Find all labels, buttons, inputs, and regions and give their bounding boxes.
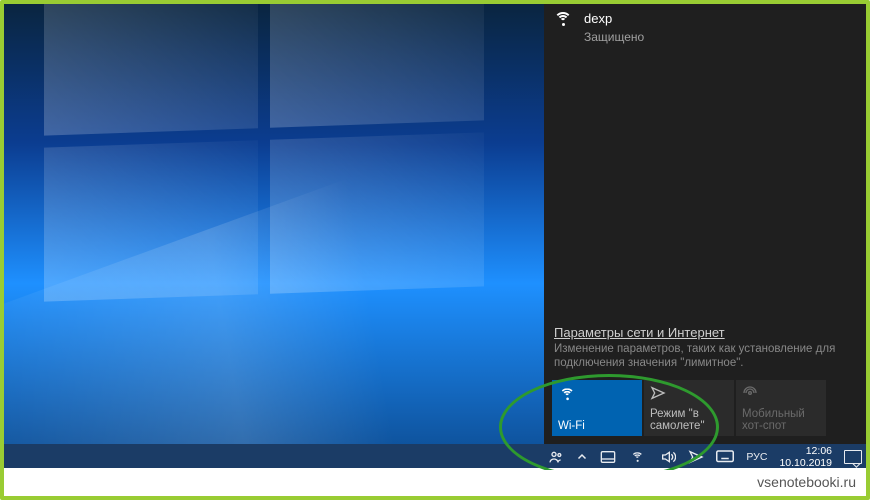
people-icon[interactable]	[548, 449, 564, 465]
airplane-mode-tile[interactable]: Режим "в самолете"	[644, 380, 734, 436]
network-list-item[interactable]: dexp Защищено	[544, 4, 866, 48]
touchpad-icon[interactable]	[600, 450, 616, 464]
chevron-up-icon[interactable]	[576, 451, 588, 463]
notification-center-icon[interactable]	[844, 450, 862, 464]
system-tray: РУС 12:06 10.10.2019	[548, 445, 862, 469]
network-icon[interactable]	[628, 448, 648, 466]
clock-time: 12:06	[806, 445, 832, 457]
network-settings-link[interactable]: Параметры сети и Интернет	[554, 325, 856, 340]
taskbar-clock[interactable]: 12:06 10.10.2019	[779, 445, 832, 469]
wifi-icon	[558, 385, 576, 403]
network-settings-description: Изменение параметров, таких как установл…	[554, 342, 856, 370]
hotspot-icon	[742, 385, 760, 403]
watermark: vsenotebooki.ru	[4, 468, 866, 496]
network-flyout: dexp Защищено Параметры сети и Интернет …	[544, 4, 866, 444]
quick-action-tiles: Wi-Fi Режим "в самолете"	[544, 376, 866, 444]
wifi-tile[interactable]: Wi-Fi	[552, 380, 642, 436]
network-status: Защищено	[584, 30, 644, 44]
airplane-icon[interactable]	[688, 449, 704, 465]
airplane-tile-label: Режим "в самолете"	[650, 408, 728, 432]
desktop-wallpaper	[4, 4, 544, 470]
input-language-indicator[interactable]: РУС	[746, 451, 767, 463]
hotspot-tile-label: Мобильный хот-спот	[742, 408, 820, 432]
volume-icon[interactable]	[660, 449, 676, 465]
airplane-icon	[650, 385, 668, 403]
taskbar: РУС 12:06 10.10.2019	[4, 444, 866, 470]
keyboard-icon[interactable]	[716, 450, 734, 464]
wifi-tile-label: Wi-Fi	[558, 420, 636, 432]
network-ssid: dexp	[584, 11, 612, 26]
mobile-hotspot-tile[interactable]: Мобильный хот-спот	[736, 380, 826, 436]
wifi-icon	[554, 10, 574, 30]
